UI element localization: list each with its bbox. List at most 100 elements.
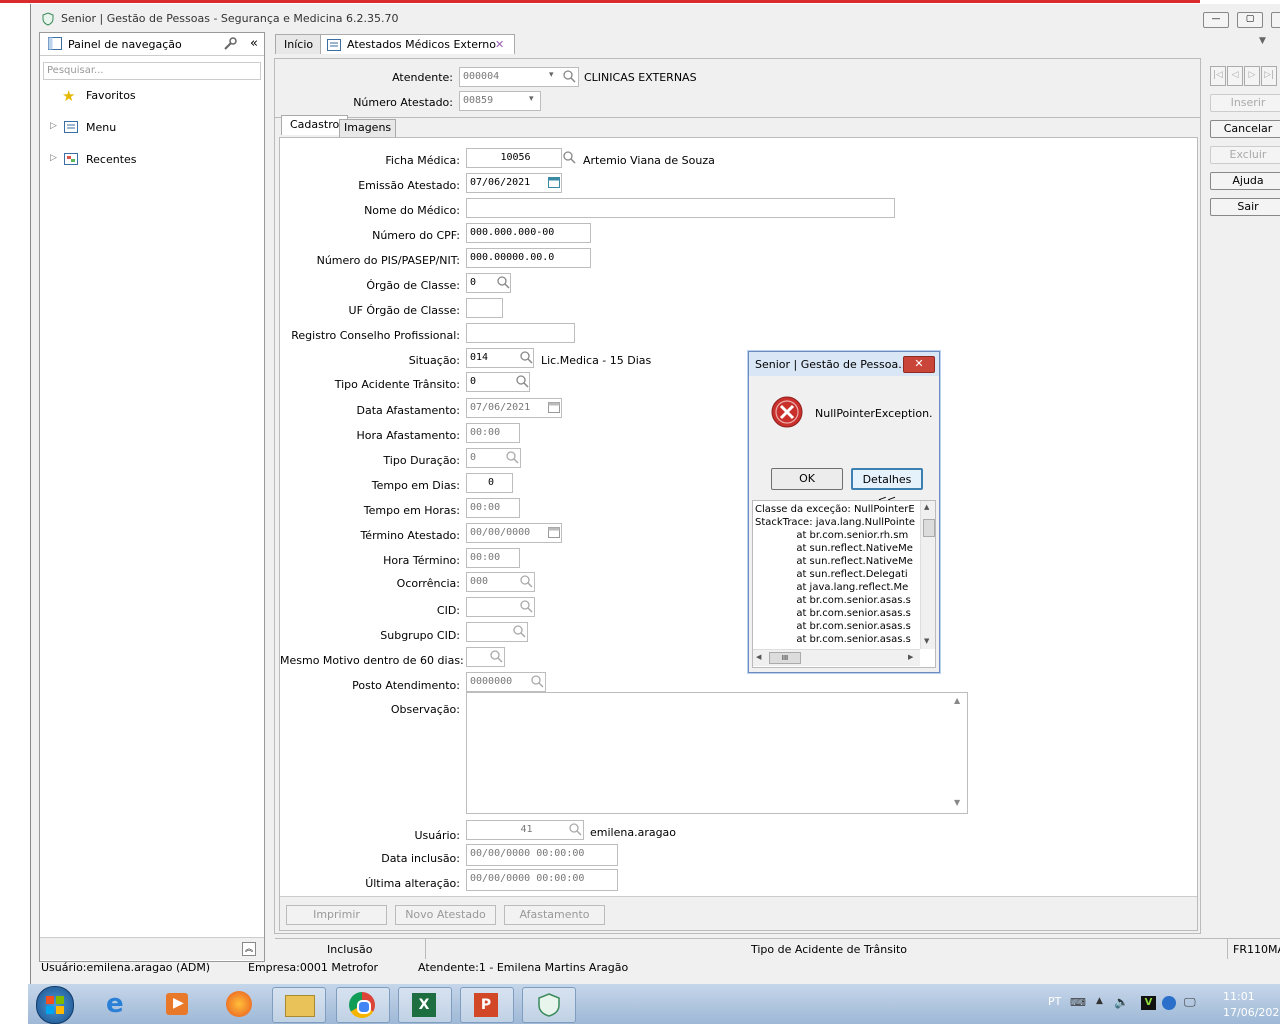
scroll-down-icon[interactable]: ▼: [954, 798, 960, 807]
show-hidden-icons-icon[interactable]: ▲: [1096, 996, 1103, 1006]
atendente-dropdown-icon[interactable]: ▾: [549, 70, 554, 80]
scrollbar-thumb[interactable]: III: [769, 652, 801, 664]
last-record-icon[interactable]: ▷|: [1261, 66, 1277, 86]
tab-imagens[interactable]: Imagens: [339, 119, 397, 137]
nav-item-menu[interactable]: ▷ Menu: [50, 119, 260, 137]
taskbar: e ▶ X P PT ⌨ ▲ 🔈 V 🖵 11:01 17/06/2021: [28, 984, 1280, 1024]
search-icon[interactable]: [490, 650, 503, 663]
network-icon[interactable]: 🖵: [1184, 995, 1196, 1010]
expand-arrow-icon[interactable]: ▷: [50, 153, 57, 163]
keyboard-icon[interactable]: ⌨: [1070, 996, 1086, 1009]
search-icon[interactable]: [531, 675, 544, 688]
hora-afastamento-field[interactable]: 00:00: [466, 423, 520, 443]
scroll-right-icon[interactable]: ▶: [908, 653, 913, 661]
ok-button[interactable]: OK: [771, 468, 843, 490]
expand-up-icon[interactable]: ︽: [242, 942, 256, 956]
ficha-medica-field[interactable]: 10056: [466, 148, 562, 168]
search-icon[interactable]: [506, 451, 519, 464]
data-inclusao-field[interactable]: 00/00/0000 00:00:00: [466, 844, 618, 866]
close-window-button[interactable]: [1271, 12, 1280, 28]
expand-arrow-icon[interactable]: ▷: [50, 121, 57, 131]
sair-button[interactable]: Sair: [1210, 198, 1280, 216]
tab-list-dropdown-icon[interactable]: ▼: [1259, 36, 1266, 46]
uf-orgao-label: UF Órgão de Classe:: [348, 304, 460, 317]
scroll-up-icon[interactable]: ▲: [924, 503, 929, 511]
senior-app-icon[interactable]: [522, 987, 576, 1023]
status-bar: Inclusão Tipo de Acidente de Trânsito FR…: [275, 938, 1280, 959]
close-tab-icon[interactable]: ✕: [495, 35, 504, 55]
atendente-field[interactable]: 000004: [459, 67, 579, 87]
ajuda-button[interactable]: Ajuda: [1210, 172, 1280, 190]
media-player-icon[interactable]: ▶: [152, 987, 204, 1021]
calendar-icon[interactable]: [548, 526, 560, 538]
uf-orgao-field[interactable]: [466, 298, 503, 318]
volume-icon[interactable]: 🔈: [1114, 995, 1129, 1009]
tempo-dias-field[interactable]: 0: [466, 473, 513, 493]
numero-dropdown-icon[interactable]: ▾: [529, 94, 534, 104]
next-record-icon[interactable]: ▷: [1244, 66, 1260, 86]
cpf-field[interactable]: 000.000.000-00: [466, 223, 591, 243]
hora-termino-field[interactable]: 00:00: [466, 548, 520, 568]
error-dialog: Senior | Gestão de Pessoa... ✕ NullPoint…: [748, 351, 940, 673]
usuario-description: emilena.aragao: [590, 826, 677, 839]
usuario-field[interactable]: 41: [466, 820, 584, 840]
nome-medico-field[interactable]: [466, 198, 895, 218]
firefox-icon[interactable]: [214, 987, 266, 1021]
scroll-down-icon[interactable]: ▼: [924, 637, 929, 645]
horizontal-scrollbar[interactable]: ◀ III ▶: [753, 649, 920, 666]
scrollbar-thumb[interactable]: [923, 519, 935, 537]
search-icon[interactable]: [569, 823, 582, 836]
internet-explorer-icon[interactable]: e: [92, 987, 144, 1021]
chrome-icon[interactable]: [336, 987, 390, 1023]
search-icon[interactable]: [563, 151, 576, 164]
file-explorer-icon[interactable]: [272, 987, 326, 1023]
search-icon[interactable]: [563, 70, 576, 83]
collapse-panel-button[interactable]: «: [250, 36, 258, 51]
start-button[interactable]: [36, 986, 74, 1024]
maximize-button[interactable]: ▢: [1237, 12, 1263, 28]
imprimir-button[interactable]: Imprimir: [286, 905, 387, 925]
pis-field[interactable]: 000.00000.00.0: [466, 248, 591, 268]
calendar-icon[interactable]: [548, 401, 560, 413]
registro-conselho-field[interactable]: [466, 323, 575, 343]
top-accent-stripe: [0, 0, 1200, 3]
search-icon[interactable]: [520, 575, 533, 588]
novo-atestado-button[interactable]: Novo Atestado: [395, 905, 496, 925]
search-icon[interactable]: [497, 276, 510, 289]
vc-tray-icon[interactable]: V: [1141, 996, 1156, 1010]
tab-label: Atestados Médicos Externo: [347, 38, 497, 51]
vertical-scrollbar[interactable]: ▲ ▼: [920, 501, 935, 649]
search-icon[interactable]: [513, 625, 526, 638]
tray-app-icon[interactable]: [1162, 996, 1176, 1010]
nav-item-recentes[interactable]: ▷ Recentes: [50, 151, 260, 169]
minimize-button[interactable]: —: [1203, 12, 1229, 28]
excluir-button[interactable]: Excluir: [1210, 146, 1280, 164]
calendar-icon[interactable]: [548, 176, 560, 188]
navigation-search-input[interactable]: Pesquisar...: [43, 62, 261, 80]
form-icon: [327, 39, 341, 51]
cancelar-button[interactable]: Cancelar: [1210, 120, 1280, 138]
dialog-close-button[interactable]: ✕: [903, 356, 935, 373]
previous-record-icon[interactable]: ◁: [1227, 66, 1243, 86]
nav-item-favoritos[interactable]: ★ Favoritos: [62, 87, 262, 105]
ultima-alteracao-field[interactable]: 00/00/0000 00:00:00: [466, 869, 618, 891]
scroll-up-icon[interactable]: ▲: [954, 696, 960, 705]
search-icon[interactable]: [520, 600, 533, 613]
first-record-icon[interactable]: |◁: [1210, 66, 1226, 86]
details-button[interactable]: Detalhes <<: [851, 468, 923, 506]
excel-icon[interactable]: X: [398, 987, 452, 1023]
wrench-icon[interactable]: [222, 36, 238, 52]
scroll-left-icon[interactable]: ◀: [756, 653, 761, 661]
inserir-button[interactable]: Inserir: [1210, 94, 1280, 112]
search-icon[interactable]: [516, 375, 529, 388]
powerpoint-icon[interactable]: P: [460, 987, 514, 1023]
observacao-textarea[interactable]: [466, 692, 968, 814]
afastamento-button[interactable]: Afastamento: [504, 905, 605, 925]
tab-inicio[interactable]: Início: [275, 34, 323, 54]
clock-time[interactable]: 11:01: [1223, 990, 1255, 1003]
tempo-horas-field[interactable]: 00:00: [466, 498, 520, 518]
tab-atestados[interactable]: Atestados Médicos Externo ✕: [320, 34, 515, 54]
language-indicator[interactable]: PT: [1048, 995, 1061, 1008]
search-icon[interactable]: [520, 351, 533, 364]
clock-date[interactable]: 17/06/2021: [1223, 1006, 1280, 1019]
